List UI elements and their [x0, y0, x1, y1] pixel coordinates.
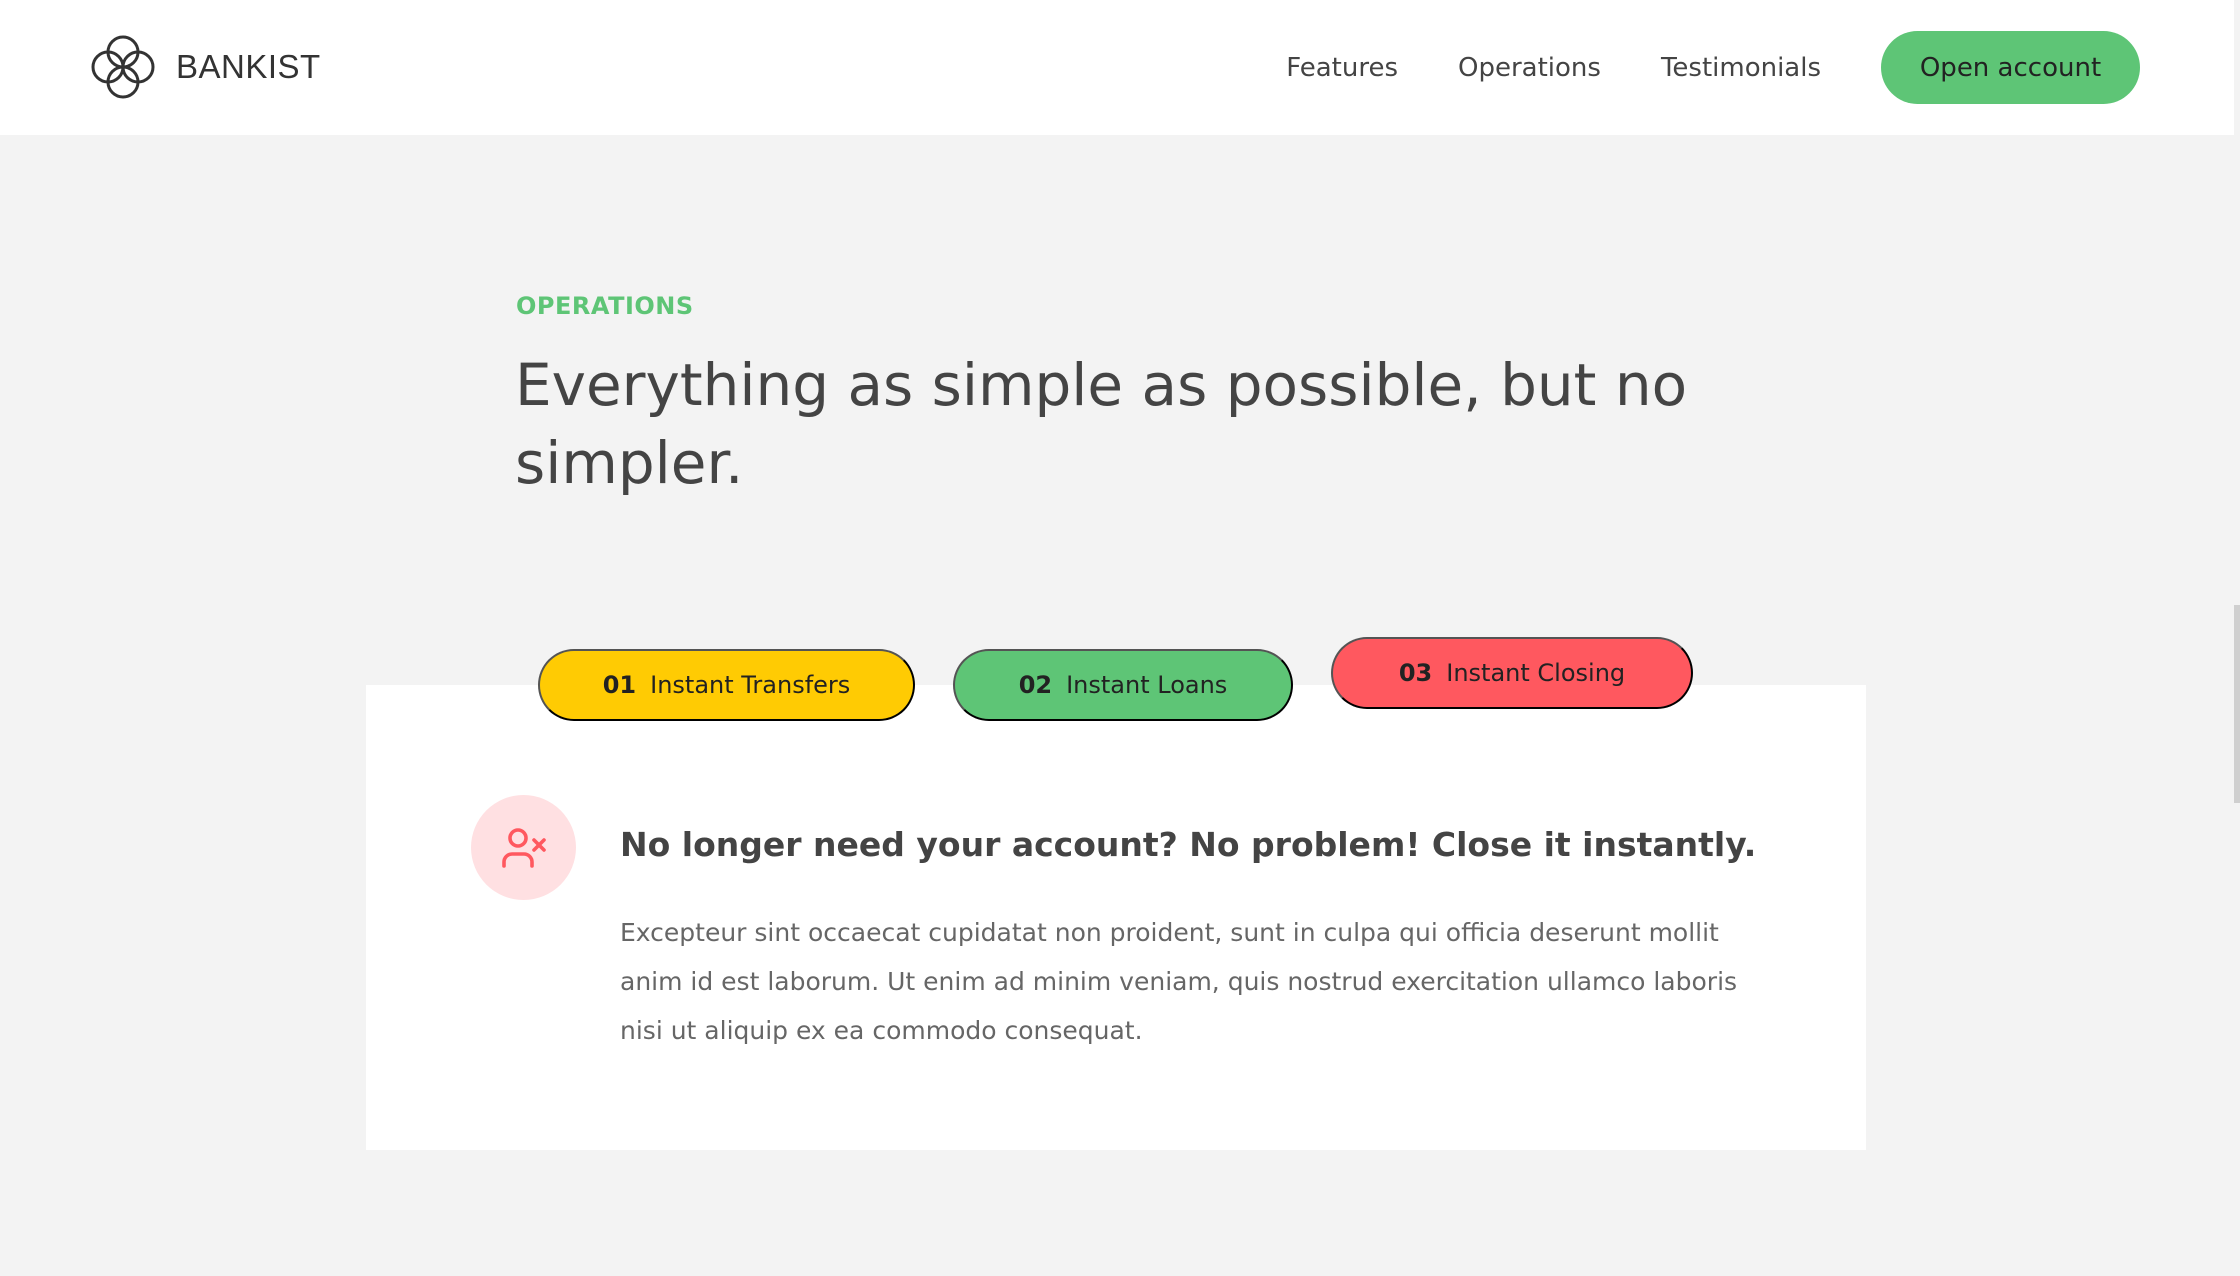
section-kicker: OPERATIONS	[516, 292, 694, 320]
scrollbar-track[interactable]	[2234, 0, 2240, 1276]
tab-instant-transfers[interactable]: 01 Instant Transfers	[538, 649, 915, 721]
tab-number: 02	[1018, 671, 1053, 699]
tab-number: 01	[602, 671, 637, 699]
tab-label: Instant Loans	[1066, 671, 1228, 699]
operation-title: No longer need your account? No problem!…	[620, 825, 1757, 864]
nav-link-features[interactable]: Features	[1286, 53, 1398, 83]
tab-label: Instant Transfers	[650, 671, 851, 699]
navigation-bar: BANKIST Features Operations Testimonials…	[0, 0, 2234, 135]
tab-instant-loans[interactable]: 02 Instant Loans	[953, 649, 1293, 721]
open-account-button[interactable]: Open account	[1881, 31, 2140, 104]
nav-link-testimonials[interactable]: Testimonials	[1661, 53, 1821, 83]
logo-text: BANKIST	[176, 48, 321, 85]
nav-links: Features Operations Testimonials Open ac…	[1286, 31, 2140, 104]
page: BANKIST Features Operations Testimonials…	[0, 0, 2240, 1276]
logo[interactable]: BANKIST	[88, 32, 321, 102]
tab-label: Instant Closing	[1446, 659, 1626, 687]
bankist-logo-icon	[91, 35, 155, 99]
nav-link-operations[interactable]: Operations	[1458, 53, 1601, 83]
scrollbar-thumb[interactable]	[2234, 605, 2240, 803]
user-x-icon	[471, 795, 576, 900]
operation-text: Excepteur sint occaecat cupidatat non pr…	[620, 918, 1738, 1045]
tab-number: 03	[1398, 659, 1433, 687]
section-heading: Everything as simple as possible, but no…	[515, 351, 1688, 497]
tab-instant-closing[interactable]: 03 Instant Closing	[1331, 637, 1693, 709]
